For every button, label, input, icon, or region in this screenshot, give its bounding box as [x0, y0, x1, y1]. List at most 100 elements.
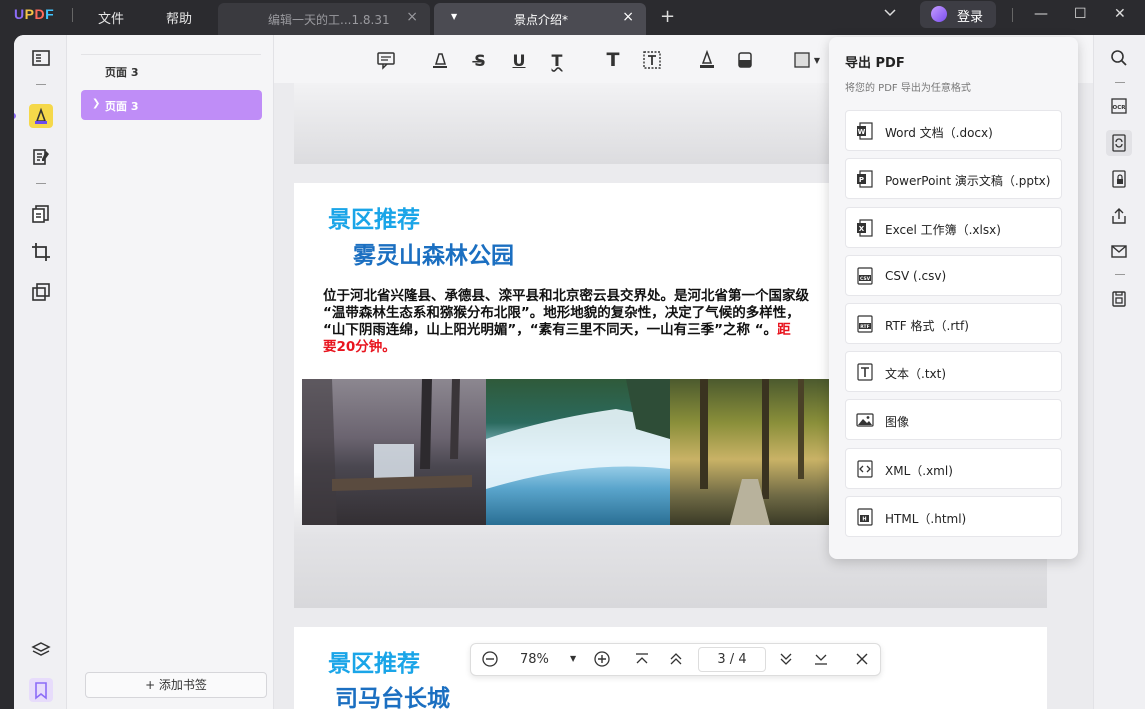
- search-icon[interactable]: [1106, 45, 1132, 71]
- rtf-icon: RTF: [857, 315, 873, 333]
- export-csv-button[interactable]: CSV CSV (.csv): [845, 255, 1062, 296]
- export-rtf-button[interactable]: RTF RTF 格式（.rtf): [845, 303, 1062, 344]
- export-word-button[interactable]: W Word 文档（.docx): [845, 110, 1062, 151]
- squiggly-icon[interactable]: T: [545, 48, 569, 72]
- login-button[interactable]: 登录: [920, 1, 996, 28]
- shape-dropdown-icon[interactable]: ▼: [812, 48, 822, 72]
- photo-cascade: [486, 379, 670, 525]
- save-icon[interactable]: [1106, 286, 1132, 312]
- export-powerpoint-button[interactable]: P PowerPoint 演示文稿（.pptx): [845, 158, 1062, 199]
- minimize-button[interactable]: —: [1034, 6, 1048, 22]
- strikethrough-icon[interactable]: S̶: [468, 48, 492, 72]
- updf-logo: UPDF: [14, 6, 55, 22]
- tab-document-2[interactable]: ▼ 景点介绍* ×: [434, 3, 646, 35]
- next-page-icon[interactable]: [779, 653, 793, 669]
- export-image-button[interactable]: 图像: [845, 399, 1062, 440]
- photo-waterfall-forest: [302, 379, 486, 525]
- page-number-input[interactable]: 3 / 4: [698, 647, 766, 672]
- text-icon[interactable]: T: [601, 48, 625, 72]
- shape-icon[interactable]: [790, 48, 814, 72]
- add-bookmark-button[interactable]: + 添加书签: [85, 672, 267, 698]
- menu-help[interactable]: 帮助: [166, 8, 192, 27]
- first-page-icon[interactable]: [635, 653, 649, 669]
- page-tools-icon[interactable]: [29, 280, 53, 304]
- image-icon: [856, 413, 874, 427]
- chevron-down-icon[interactable]: [884, 7, 896, 21]
- zoom-in-icon[interactable]: [593, 650, 611, 672]
- body-line-text: “山下阴雨连绵，山上阳光明媚”，“素有三里不同天，一山有三季”之称 “。: [323, 322, 778, 338]
- body-line: “温带森林生态系和猕猴分布北限”。地形地貌的复杂性，决定了气候的多样性，: [323, 305, 800, 321]
- edit-mode-icon[interactable]: [29, 145, 53, 169]
- total-pages: 4: [738, 652, 747, 667]
- export-label: PowerPoint 演示文稿（.pptx): [885, 174, 1051, 188]
- export-label: CSV (.csv): [885, 269, 947, 283]
- bookmark-icon[interactable]: [29, 678, 53, 702]
- protect-pdf-icon[interactable]: [1106, 166, 1132, 192]
- zoom-out-icon[interactable]: [481, 650, 499, 672]
- ocr-icon[interactable]: OCR: [1106, 93, 1132, 119]
- page-separator: /: [729, 652, 735, 667]
- tab-dropdown-icon[interactable]: ▼: [451, 12, 457, 21]
- svg-text:CSV: CSV: [860, 276, 871, 282]
- svg-text:H: H: [862, 517, 866, 523]
- highlighter-icon[interactable]: [428, 48, 452, 72]
- export-label: XML（.xml): [885, 464, 953, 478]
- section-heading: 景区推荐: [328, 651, 420, 677]
- textbox-icon[interactable]: [640, 48, 664, 72]
- menu-file[interactable]: 文件: [98, 8, 124, 27]
- title-separator: [72, 8, 73, 22]
- organize-pages-icon[interactable]: [29, 202, 53, 226]
- convert-pdf-icon[interactable]: [1106, 130, 1132, 156]
- reader-mode-icon[interactable]: [29, 46, 53, 70]
- crop-icon[interactable]: [29, 240, 53, 264]
- eraser-icon[interactable]: [733, 48, 757, 72]
- zoom-navigation-bar: 78% ▼ 3 / 4: [470, 643, 881, 676]
- export-pdf-panel: 导出 PDF 将您的 PDF 导出为任意格式 W Word 文档（.docx) …: [829, 37, 1078, 559]
- login-label: 登录: [957, 10, 984, 25]
- tab-close-icon[interactable]: ×: [406, 9, 418, 25]
- bookmark-label: 页面 3: [105, 100, 139, 113]
- close-window-button[interactable]: ✕: [1114, 6, 1126, 22]
- xml-icon: [857, 460, 873, 478]
- photo-strip: [302, 379, 832, 525]
- export-text-button[interactable]: 文本（.txt): [845, 351, 1062, 392]
- tab-close-icon[interactable]: ×: [622, 9, 634, 25]
- email-icon[interactable]: [1106, 238, 1132, 264]
- toolbar-divider: [36, 183, 46, 184]
- underline-icon[interactable]: U: [507, 48, 531, 72]
- maximize-button[interactable]: ☐: [1074, 6, 1087, 22]
- svg-text:P: P: [859, 176, 864, 184]
- toolbar-divider: [36, 84, 46, 85]
- panel-divider: [81, 54, 261, 55]
- new-tab-button[interactable]: +: [660, 6, 675, 27]
- html-icon: H: [857, 508, 873, 526]
- toolbar-divider: [1115, 82, 1125, 83]
- export-label: Excel 工作簿（.xlsx): [885, 223, 1001, 237]
- zoom-level[interactable]: 78%: [520, 652, 549, 667]
- title-separator: [1012, 8, 1013, 22]
- text-icon: [857, 363, 873, 381]
- chevron-right-icon[interactable]: ❯: [92, 98, 100, 109]
- export-label: HTML（.html): [885, 512, 967, 526]
- bookmark-item[interactable]: 页面 3: [105, 64, 138, 80]
- powerpoint-icon: P: [857, 170, 873, 188]
- export-xml-button[interactable]: XML（.xml): [845, 448, 1062, 489]
- layers-icon[interactable]: [29, 638, 53, 662]
- tab-document-1[interactable]: 编辑一天的工...1.8.31 ×: [218, 3, 430, 35]
- close-zoombar-icon[interactable]: [855, 652, 869, 670]
- comment-mode-icon[interactable]: [29, 104, 53, 128]
- previous-page-icon[interactable]: [669, 653, 683, 669]
- bookmark-item-selected[interactable]: ❯ 页面 3: [81, 90, 262, 120]
- export-excel-button[interactable]: X Excel 工作簿（.xlsx): [845, 207, 1062, 248]
- section-subheading: 司马台长城: [335, 686, 450, 709]
- right-toolbar: OCR: [1093, 35, 1145, 709]
- pencil-icon[interactable]: [695, 48, 719, 72]
- zoom-dropdown-icon[interactable]: ▼: [570, 654, 576, 663]
- comment-note-icon[interactable]: [374, 48, 398, 72]
- export-html-button[interactable]: H HTML（.html): [845, 496, 1062, 537]
- tab-label: 景点介绍*: [514, 13, 569, 27]
- word-icon: W: [857, 122, 873, 140]
- svg-text:X: X: [859, 225, 865, 233]
- last-page-icon[interactable]: [814, 653, 828, 669]
- share-icon[interactable]: [1106, 203, 1132, 229]
